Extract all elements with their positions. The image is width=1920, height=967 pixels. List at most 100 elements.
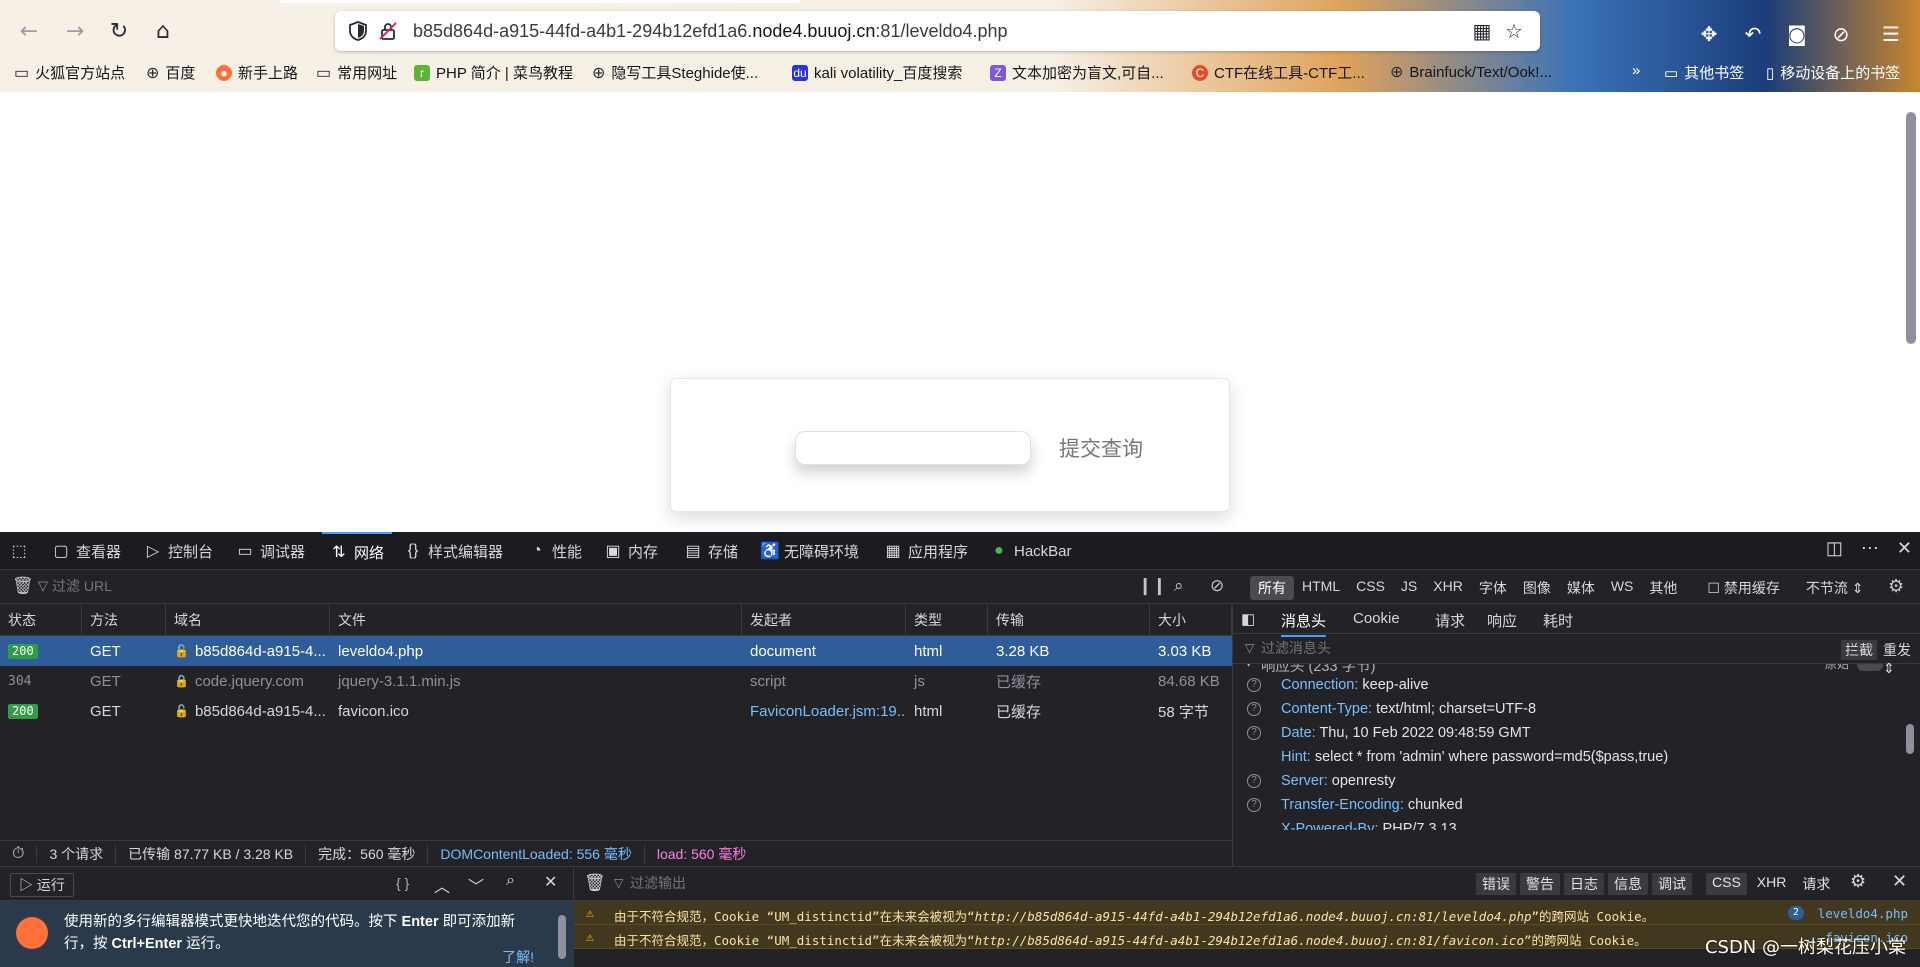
bookmarks-overflow-button[interactable]: »	[1632, 62, 1640, 79]
help-icon[interactable]: ?	[1247, 678, 1261, 692]
tab-request[interactable]: 请求	[1435, 610, 1465, 631]
filter-other[interactable]: 其他	[1641, 576, 1685, 600]
level-logs[interactable]: 日志	[1564, 873, 1604, 895]
filter-xhr[interactable]: XHR	[1751, 873, 1793, 895]
toggle-sidebar-icon[interactable]: ◧	[1241, 610, 1255, 628]
console-settings-gear-icon[interactable]: ⚙	[1850, 871, 1866, 892]
close-console-icon[interactable]: ✕	[1892, 871, 1907, 892]
mobile-bookmarks-folder[interactable]: ▯ 移动设备上的书签	[1766, 62, 1900, 83]
tab-application[interactable]: ▦ 应用程序	[884, 532, 968, 570]
bookmark-item[interactable]: ⊕ 百度	[146, 62, 195, 83]
filter-all[interactable]: 所有	[1250, 576, 1294, 600]
level-info[interactable]: 信息	[1608, 873, 1648, 895]
tab-style-editor[interactable]: {} 样式编辑器	[404, 532, 503, 570]
tab-inspector[interactable]: ▢ 查看器	[52, 532, 121, 570]
column-header-file[interactable]: 文件	[330, 604, 742, 635]
header-row[interactable]: X-Powered-By: PHP/7.3.13	[1233, 818, 1920, 830]
tab-hackbar[interactable]: ● HackBar	[990, 532, 1071, 570]
extension-button-2[interactable]: ↶	[1738, 19, 1768, 49]
column-header-initiator[interactable]: 发起者	[742, 604, 906, 635]
bookmark-item[interactable]: ⊕ Brainfuck/Text/Ook!...	[1390, 62, 1552, 82]
chevron-down-icon[interactable]: ﹀	[468, 873, 484, 897]
back-button[interactable]: ←	[12, 14, 46, 48]
column-header-transfer[interactable]: 传输	[988, 604, 1150, 635]
console-warning-row[interactable]: ⚠ 由于不符合规范，Cookie “UM_distinctid”在未来会被视为“…	[574, 901, 1920, 925]
bookmark-item[interactable]: C CTF在线工具-CTF工...	[1192, 62, 1365, 83]
headers-scrollbar[interactable]	[1906, 724, 1914, 754]
block-icon[interactable]: ⊘	[1210, 576, 1224, 596]
bookmark-item[interactable]: ⊕ 隐写工具Steghide使...	[592, 62, 758, 83]
close-editor-icon[interactable]: ✕	[544, 872, 557, 892]
bookmark-item[interactable]: ● 新手上路	[216, 62, 298, 83]
search-history-icon[interactable]: ⌕	[506, 872, 515, 890]
tab-performance[interactable]: ◔ 性能	[528, 532, 582, 570]
column-header-method[interactable]: 方法	[82, 604, 166, 635]
clear-trash-icon[interactable]: 🗑	[12, 576, 34, 596]
filter-html[interactable]: HTML	[1294, 576, 1348, 600]
tab-accessibility[interactable]: ♿ 无障碍环境	[760, 532, 859, 570]
filter-output-input[interactable]	[630, 875, 930, 891]
help-icon[interactable]: ?	[1247, 726, 1261, 740]
reload-button[interactable]: ↻	[102, 14, 136, 48]
header-row[interactable]: ? Transfer-Encoding: chunked	[1233, 794, 1920, 818]
bookmark-item[interactable]: r PHP 简介 | 菜鸟教程	[414, 62, 573, 83]
tab-network[interactable]: ⇅ 网络	[322, 532, 393, 570]
filter-js[interactable]: JS	[1393, 576, 1425, 600]
header-row[interactable]: ? Content-Type: text/html; charset=UTF-8	[1233, 698, 1920, 722]
qr-code-button[interactable]: ▦	[1469, 18, 1495, 44]
clear-console-trash-icon[interactable]: 🗑	[584, 873, 606, 893]
level-warnings[interactable]: 警告	[1520, 873, 1560, 895]
app-menu-button[interactable]: ☰	[1876, 19, 1906, 49]
extension-button-1[interactable]: ✥	[1694, 19, 1724, 49]
bookmark-item[interactable]: ▭ 火狐官方站点	[14, 62, 125, 83]
request-row[interactable]: 200 GET 🔓 b85d864d-a915-4... favicon.ico …	[0, 696, 1232, 726]
address-bar[interactable]: b85d864d-a915-44fd-a4b1-294b12efd1a6.nod…	[335, 11, 1540, 51]
column-header-type[interactable]: 类型	[906, 604, 988, 635]
tab-storage[interactable]: ▤ 存储	[684, 532, 738, 570]
raw-toggle-switch[interactable]	[1857, 664, 1883, 671]
disable-cache-checkbox[interactable]: ☐ 禁用缓存	[1699, 576, 1787, 600]
initiator-link[interactable]: FaviconLoader.jsm:19...	[742, 696, 906, 726]
chevron-up-icon[interactable]: ︿	[434, 873, 450, 897]
column-header-domain[interactable]: 域名	[166, 604, 330, 635]
tab-debugger[interactable]: ▭ 调试器	[236, 532, 305, 570]
filter-css[interactable]: CSS	[1706, 873, 1747, 895]
request-row[interactable]: 304 GET 🔒 code.jquery.com jquery-3.1.1.mi…	[0, 666, 1232, 696]
request-row[interactable]: 200 GET 🔓 b85d864d-a915-4... leveldo4.php…	[0, 636, 1232, 666]
filter-xhr[interactable]: XHR	[1425, 576, 1471, 600]
bookmark-star-button[interactable]: ☆	[1501, 18, 1527, 44]
response-headers-section[interactable]: ▾ 响应头 (233 字节) 原始	[1233, 664, 1920, 674]
header-row-hint[interactable]: Hint: select * from 'admin' where passwo…	[1233, 746, 1920, 770]
insecure-lock-icon[interactable]	[377, 20, 399, 42]
tab-memory[interactable]: ▣ 内存	[604, 532, 658, 570]
search-icon[interactable]: ⌕	[1174, 576, 1184, 596]
filter-media[interactable]: 媒体	[1559, 576, 1603, 600]
learn-more-link[interactable]: 了解!	[502, 947, 534, 967]
help-icon[interactable]: ?	[1247, 702, 1261, 716]
header-row[interactable]: ? Date: Thu, 10 Feb 2022 09:48:59 GMT	[1233, 722, 1920, 746]
help-icon[interactable]: ?	[1247, 798, 1261, 812]
column-header-size[interactable]: 大小	[1150, 604, 1232, 635]
tab-console[interactable]: ▷ 控制台	[144, 532, 213, 570]
column-header-status[interactable]: 状态	[0, 604, 82, 635]
pause-icon[interactable]: ❙❙	[1138, 576, 1167, 596]
level-debug[interactable]: 调试	[1652, 873, 1692, 895]
filter-ws[interactable]: WS	[1603, 576, 1642, 600]
tab-response[interactable]: 响应	[1487, 610, 1517, 631]
extension-button-4[interactable]: ⊘	[1826, 19, 1856, 49]
more-options-icon[interactable]: ⋯	[1861, 538, 1879, 559]
bookmark-item[interactable]: Z 文本加密为盲文,可自...	[990, 62, 1164, 83]
filter-headers-input[interactable]	[1261, 640, 1561, 656]
source-link[interactable]: leveldo4.php	[1818, 906, 1908, 921]
filter-url-input[interactable]	[52, 578, 352, 594]
pretty-print-button[interactable]: { }	[396, 875, 409, 891]
element-picker-button[interactable]: ⬚	[10, 532, 28, 570]
tab-cookie[interactable]: Cookie	[1353, 610, 1400, 627]
bookmark-item[interactable]: du kali volatility_百度搜索	[792, 62, 962, 83]
header-row[interactable]: ? Server: openresty	[1233, 770, 1920, 794]
filter-requests[interactable]: 请求	[1796, 873, 1836, 895]
editor-scrollbar[interactable]	[558, 915, 566, 959]
other-bookmarks-folder[interactable]: ▭ 其他书签	[1664, 62, 1744, 83]
help-icon[interactable]: ?	[1247, 774, 1261, 788]
home-button[interactable]: ⌂	[146, 14, 180, 48]
